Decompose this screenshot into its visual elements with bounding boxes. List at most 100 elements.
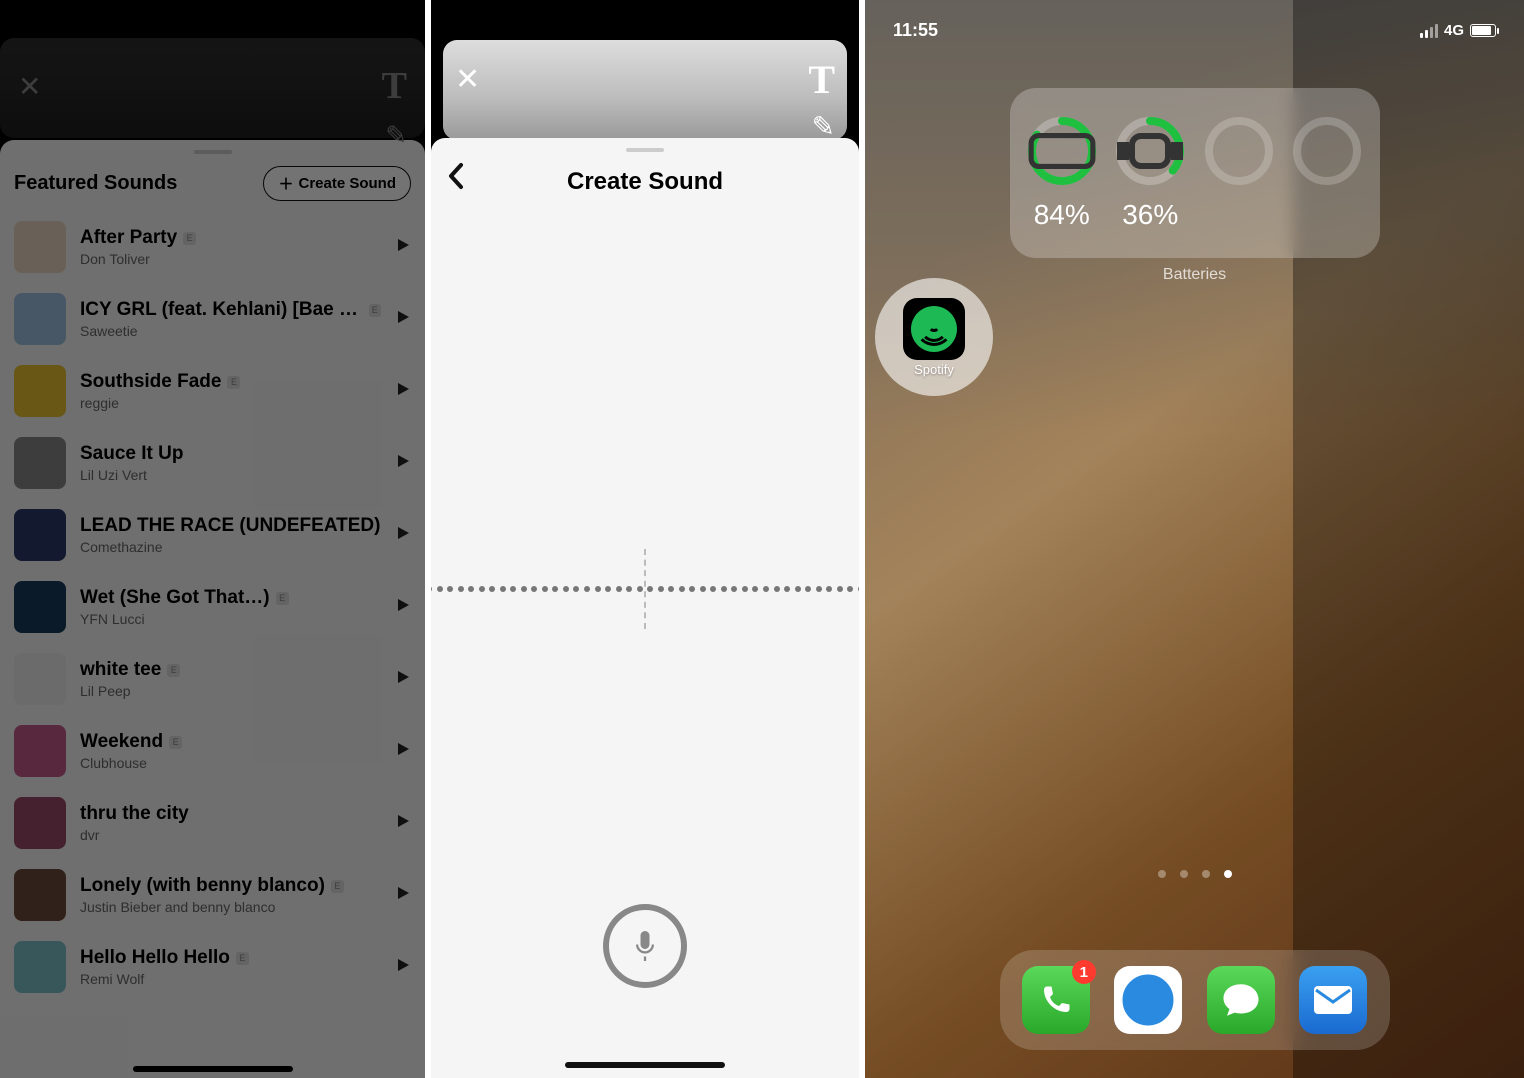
sound-thumbnail bbox=[14, 293, 66, 345]
sound-row[interactable]: Hello Hello HelloERemi Wolf bbox=[14, 931, 411, 1003]
play-icon[interactable] bbox=[395, 957, 411, 978]
dock-messages[interactable] bbox=[1207, 966, 1275, 1034]
play-icon[interactable] bbox=[395, 237, 411, 258]
play-icon[interactable] bbox=[395, 309, 411, 330]
sound-thumbnail bbox=[14, 437, 66, 489]
sheet-handle[interactable] bbox=[194, 150, 232, 154]
battery-phone: 84% bbox=[1026, 115, 1098, 231]
explicit-badge: E bbox=[331, 880, 344, 893]
sound-title: Hello Hello Hello bbox=[80, 947, 230, 969]
spotify-label: Spotify bbox=[914, 362, 954, 377]
play-icon[interactable] bbox=[395, 597, 411, 618]
sound-artist: YFN Lucci bbox=[80, 611, 381, 627]
page-indicator[interactable] bbox=[1158, 870, 1232, 878]
batteries-label: Batteries bbox=[1163, 266, 1226, 284]
panel-featured-sounds: ✕ T ✎ Featured Sounds ＋ Create Sound Aft… bbox=[0, 0, 425, 1078]
sound-thumbnail bbox=[14, 221, 66, 273]
panel-create-sound: ✕ T ✎ Create Sound bbox=[425, 0, 865, 1078]
sound-row[interactable]: LEAD THE RACE (UNDEFEATED) Comethazine bbox=[14, 499, 411, 571]
play-icon[interactable] bbox=[395, 381, 411, 402]
sound-row[interactable]: After PartyEDon Toliver bbox=[14, 211, 411, 283]
panel-home-screen: 11:55 4G 84% 36% bbox=[865, 0, 1524, 1078]
sound-artist: Lil Peep bbox=[80, 683, 381, 699]
sound-title: After Party bbox=[80, 227, 177, 249]
sound-row[interactable]: thru the city dvr bbox=[14, 787, 411, 859]
sound-thumbnail bbox=[14, 869, 66, 921]
explicit-badge: E bbox=[369, 304, 381, 317]
pencil-icon[interactable]: ✎ bbox=[385, 120, 407, 151]
chevron-left-icon bbox=[447, 162, 465, 190]
sound-meta: Sauce It UpLil Uzi Vert bbox=[80, 443, 381, 483]
sound-artist: reggie bbox=[80, 395, 381, 411]
watch-icon bbox=[1114, 115, 1186, 187]
sound-row[interactable]: Sauce It UpLil Uzi Vert bbox=[14, 427, 411, 499]
plus-icon: ＋ bbox=[278, 173, 293, 194]
sound-thumbnail bbox=[14, 797, 66, 849]
create-sound-sheet: Create Sound bbox=[431, 138, 859, 1078]
sound-artist: Remi Wolf bbox=[80, 971, 381, 987]
sheet-header: Create Sound bbox=[431, 162, 859, 212]
close-icon[interactable]: ✕ bbox=[18, 70, 41, 103]
text-tool-icon[interactable]: T bbox=[382, 64, 407, 108]
signal-icon bbox=[1420, 24, 1438, 38]
mail-icon bbox=[1312, 984, 1354, 1016]
sound-title: Lonely (with benny blanco) bbox=[80, 875, 325, 897]
battery-icon bbox=[1470, 24, 1496, 37]
record-button[interactable] bbox=[603, 904, 687, 988]
sound-meta: Hello Hello HelloERemi Wolf bbox=[80, 947, 381, 987]
create-sound-button[interactable]: ＋ Create Sound bbox=[263, 166, 411, 201]
sound-row[interactable]: ICY GRL (feat. Kehlani) [Bae Mix]ESaweet… bbox=[14, 283, 411, 355]
pencil-icon[interactable]: ✎ bbox=[812, 110, 835, 143]
play-icon[interactable] bbox=[395, 813, 411, 834]
sound-title: LEAD THE RACE (UNDEFEATED) bbox=[80, 515, 380, 537]
spotify-suggestion[interactable]: Spotify bbox=[875, 278, 993, 396]
sound-row[interactable]: Southside FadeEreggie bbox=[14, 355, 411, 427]
explicit-badge: E bbox=[169, 736, 182, 749]
text-tool-icon[interactable]: T bbox=[808, 56, 835, 103]
home-indicator[interactable] bbox=[565, 1062, 725, 1068]
waveform-track[interactable] bbox=[426, 589, 864, 591]
sound-thumbnail bbox=[14, 941, 66, 993]
sound-meta: WeekendEClubhouse bbox=[80, 731, 381, 771]
microphone-icon bbox=[627, 928, 663, 964]
sound-artist: Comethazine bbox=[80, 539, 381, 555]
sound-row[interactable]: white teeELil Peep bbox=[14, 643, 411, 715]
sound-artist: Don Toliver bbox=[80, 251, 381, 267]
play-icon[interactable] bbox=[395, 525, 411, 546]
play-icon[interactable] bbox=[395, 453, 411, 474]
back-button[interactable] bbox=[447, 162, 465, 197]
sound-list: After PartyEDon ToliverICY GRL (feat. Ke… bbox=[0, 211, 425, 1003]
sound-thumbnail bbox=[14, 509, 66, 561]
sound-meta: LEAD THE RACE (UNDEFEATED) Comethazine bbox=[80, 515, 381, 555]
dock-safari[interactable] bbox=[1114, 966, 1182, 1034]
sound-row[interactable]: Wet (She Got That…)EYFN Lucci bbox=[14, 571, 411, 643]
sound-row[interactable]: Lonely (with benny blanco) E Justin Bieber… bbox=[14, 859, 411, 931]
battery-watch: 36% bbox=[1114, 115, 1186, 231]
play-icon[interactable] bbox=[395, 741, 411, 762]
battery-empty-1 bbox=[1203, 115, 1275, 231]
battery-pct-empty bbox=[1323, 199, 1331, 231]
sheet-header: Featured Sounds ＋ Create Sound bbox=[0, 162, 425, 211]
battery-pct-empty bbox=[1235, 199, 1243, 231]
sound-title: thru the city bbox=[80, 803, 189, 825]
phone-icon bbox=[1026, 115, 1098, 187]
batteries-widget[interactable]: 84% 36% bbox=[1010, 88, 1380, 258]
play-icon[interactable] bbox=[395, 669, 411, 690]
sound-thumbnail bbox=[14, 725, 66, 777]
status-time: 11:55 bbox=[893, 20, 938, 41]
home-indicator[interactable] bbox=[133, 1066, 293, 1072]
play-icon[interactable] bbox=[395, 885, 411, 906]
battery-ring-empty bbox=[1203, 115, 1275, 187]
close-icon[interactable]: ✕ bbox=[455, 62, 480, 97]
dock-mail[interactable] bbox=[1299, 966, 1367, 1034]
sound-meta: Southside FadeEreggie bbox=[80, 371, 381, 411]
sound-artist: Justin Bieber and benny blanco bbox=[80, 899, 381, 915]
sounds-sheet: Featured Sounds ＋ Create Sound After Par… bbox=[0, 140, 425, 1078]
safari-icon bbox=[1119, 971, 1177, 1029]
dock-phone[interactable]: 1 bbox=[1022, 966, 1090, 1034]
sound-artist: Clubhouse bbox=[80, 755, 381, 771]
sheet-handle[interactable] bbox=[626, 148, 664, 152]
sound-artist: dvr bbox=[80, 827, 381, 843]
dock: 1 bbox=[1000, 950, 1390, 1050]
sound-row[interactable]: WeekendEClubhouse bbox=[14, 715, 411, 787]
